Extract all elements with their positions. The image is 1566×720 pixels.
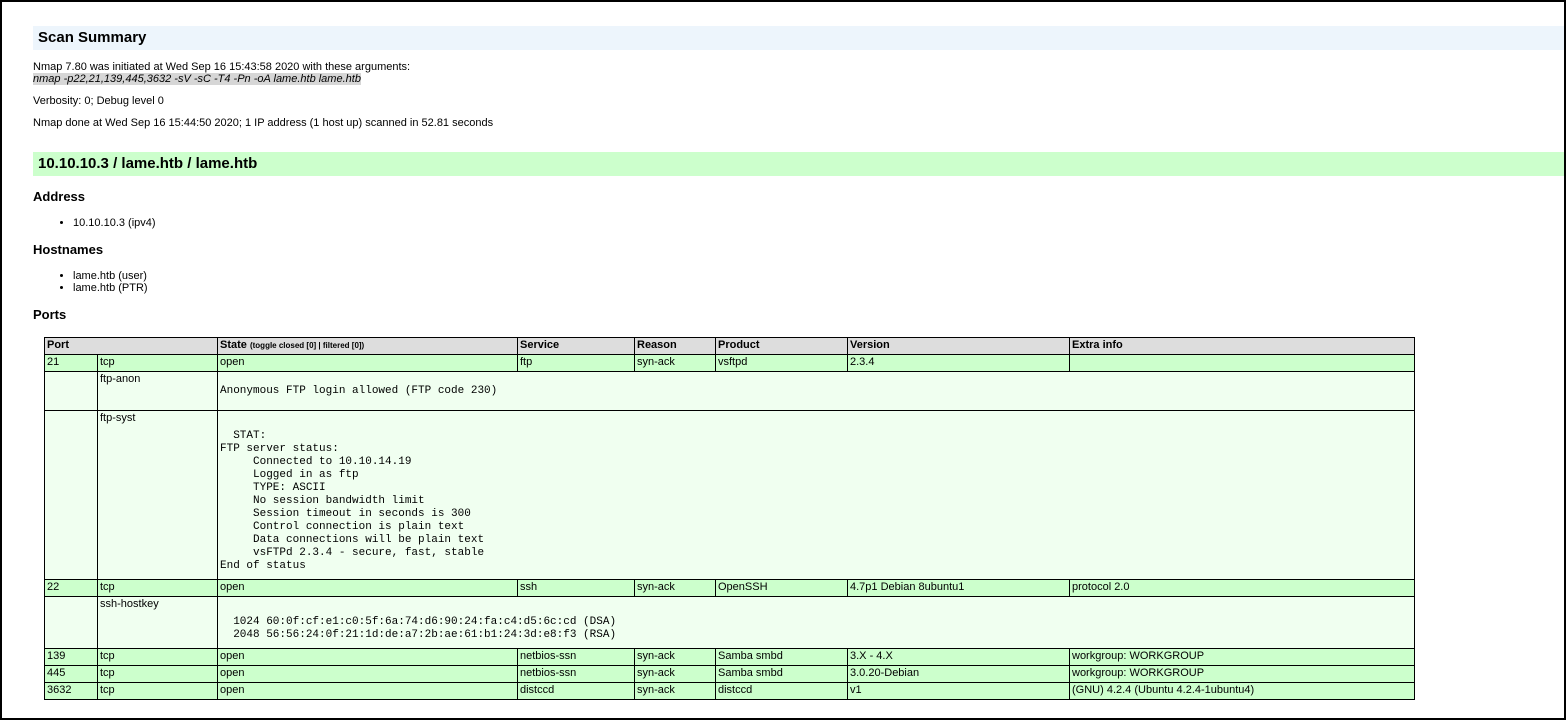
port-reason: syn-ack xyxy=(634,579,716,597)
script-name: ftp-syst xyxy=(97,410,218,580)
port-reason: syn-ack xyxy=(634,648,716,666)
ports-table-header: Port State (toggle closed [0] | filtered… xyxy=(44,337,1415,355)
script-output: Anonymous FTP login allowed (FTP code 23… xyxy=(217,371,1415,411)
address-heading: Address xyxy=(33,189,86,204)
scan-arguments: nmap -p22,21,139,445,3632 -sV -sC -T4 -P… xyxy=(33,73,361,85)
col-header-version: Version xyxy=(847,337,1070,355)
port-extra-info: (GNU) 4.2.4 (Ubuntu 4.2.4-1ubuntu4) xyxy=(1069,682,1415,700)
port-product: distccd xyxy=(715,682,848,700)
port-row-21: 21 tcp open ftp syn-ack vsftpd 2.3.4 xyxy=(44,354,1415,372)
port-product: Samba smbd xyxy=(715,665,848,683)
port-service: ftp xyxy=(517,354,635,372)
port-extra-info: protocol 2.0 xyxy=(1069,579,1415,597)
scan-initiated-text: Nmap 7.80 was initiated at Wed Sep 16 15… xyxy=(33,61,411,73)
address-item: 10.10.10.3 (ipv4) xyxy=(73,217,1564,229)
hostname-item: lame.htb (user) xyxy=(73,270,1564,282)
col-header-port: Port xyxy=(44,337,218,355)
port-extra-info: workgroup: WORKGROUP xyxy=(1069,665,1415,683)
port-protocol: tcp xyxy=(97,665,218,683)
port-number: 445 xyxy=(44,665,98,683)
host-heading: 10.10.10.3 / lame.htb / lame.htb xyxy=(33,152,1564,176)
port-reason: syn-ack xyxy=(634,665,716,683)
script-spacer xyxy=(44,371,98,411)
port-row-445: 445 tcp open netbios-ssn syn-ack Samba s… xyxy=(44,665,1415,683)
port-number: 139 xyxy=(44,648,98,666)
port-protocol: tcp xyxy=(97,648,218,666)
port-protocol: tcp xyxy=(97,682,218,700)
script-row-ftp-syst: ftp-syst STAT: FTP server status: Connec… xyxy=(44,410,1415,580)
address-list: 10.10.10.3 (ipv4) xyxy=(33,217,1564,229)
script-row-ssh-hostkey: ssh-hostkey 1024 60:0f:cf:e1:c0:5f:6a:74… xyxy=(44,596,1415,649)
port-version: 3.X - 4.X xyxy=(847,648,1070,666)
port-row-139: 139 tcp open netbios-ssn syn-ack Samba s… xyxy=(44,648,1415,666)
script-output-text: Anonymous FTP login allowed (FTP code 23… xyxy=(220,384,498,397)
port-extra-info xyxy=(1069,354,1415,372)
script-output: STAT: FTP server status: Connected to 10… xyxy=(217,410,1415,580)
port-number: 22 xyxy=(44,579,98,597)
ports-table: Port State (toggle closed [0] | filtered… xyxy=(44,337,1415,700)
port-state: open xyxy=(217,682,518,700)
hostname-item: lame.htb (PTR) xyxy=(73,282,1564,294)
script-spacer xyxy=(44,596,98,649)
port-version: 3.0.20-Debian xyxy=(847,665,1070,683)
port-product: OpenSSH xyxy=(715,579,848,597)
port-product: vsftpd xyxy=(715,354,848,372)
col-header-extra: Extra info xyxy=(1069,337,1415,355)
port-state: open xyxy=(217,665,518,683)
col-header-product: Product xyxy=(715,337,848,355)
col-header-state-label: State xyxy=(220,339,247,351)
script-name: ssh-hostkey xyxy=(97,596,218,649)
port-version: 2.3.4 xyxy=(847,354,1070,372)
toggle-closed-filtered-link[interactable]: (toggle closed [0] | filtered [0]) xyxy=(250,341,364,350)
scan-summary-heading: Scan Summary xyxy=(33,26,1564,50)
hostnames-list: lame.htb (user) lame.htb (PTR) xyxy=(33,270,1564,294)
script-output-text: STAT: FTP server status: Connected to 10… xyxy=(220,430,485,572)
port-product: Samba smbd xyxy=(715,648,848,666)
port-reason: syn-ack xyxy=(634,354,716,372)
col-header-service: Service xyxy=(517,337,635,355)
port-protocol: tcp xyxy=(97,579,218,597)
script-output: 1024 60:0f:cf:e1:c0:5f:6a:74:d6:90:24:fa… xyxy=(217,596,1415,649)
col-header-reason: Reason xyxy=(634,337,716,355)
port-number: 3632 xyxy=(44,682,98,700)
port-service: distccd xyxy=(517,682,635,700)
verbosity-text: Verbosity: 0; Debug level 0 xyxy=(33,95,164,107)
port-service: netbios-ssn xyxy=(517,665,635,683)
script-output-text: 1024 60:0f:cf:e1:c0:5f:6a:74:d6:90:24:fa… xyxy=(233,616,617,641)
port-number: 21 xyxy=(44,354,98,372)
port-version: v1 xyxy=(847,682,1070,700)
script-spacer xyxy=(44,410,98,580)
port-state: open xyxy=(217,579,518,597)
scan-done-text: Nmap done at Wed Sep 16 15:44:50 2020; 1… xyxy=(33,117,494,129)
port-state: open xyxy=(217,648,518,666)
report-frame: Scan Summary Nmap 7.80 was initiated at … xyxy=(0,0,1566,720)
port-row-22: 22 tcp open ssh syn-ack OpenSSH 4.7p1 De… xyxy=(44,579,1415,597)
port-protocol: tcp xyxy=(97,354,218,372)
port-row-3632: 3632 tcp open distccd syn-ack distccd v1… xyxy=(44,682,1415,700)
col-header-state: State (toggle closed [0] | filtered [0]) xyxy=(217,337,518,355)
script-name: ftp-anon xyxy=(97,371,218,411)
hostnames-heading: Hostnames xyxy=(33,242,104,257)
port-state: open xyxy=(217,354,518,372)
port-service: netbios-ssn xyxy=(517,648,635,666)
script-row-ftp-anon: ftp-anon Anonymous FTP login allowed (FT… xyxy=(44,371,1415,411)
ports-heading: Ports xyxy=(33,307,67,322)
report-content: Scan Summary Nmap 7.80 was initiated at … xyxy=(33,26,1564,700)
port-service: ssh xyxy=(517,579,635,597)
port-reason: syn-ack xyxy=(634,682,716,700)
port-extra-info: workgroup: WORKGROUP xyxy=(1069,648,1415,666)
port-version: 4.7p1 Debian 8ubuntu1 xyxy=(847,579,1070,597)
